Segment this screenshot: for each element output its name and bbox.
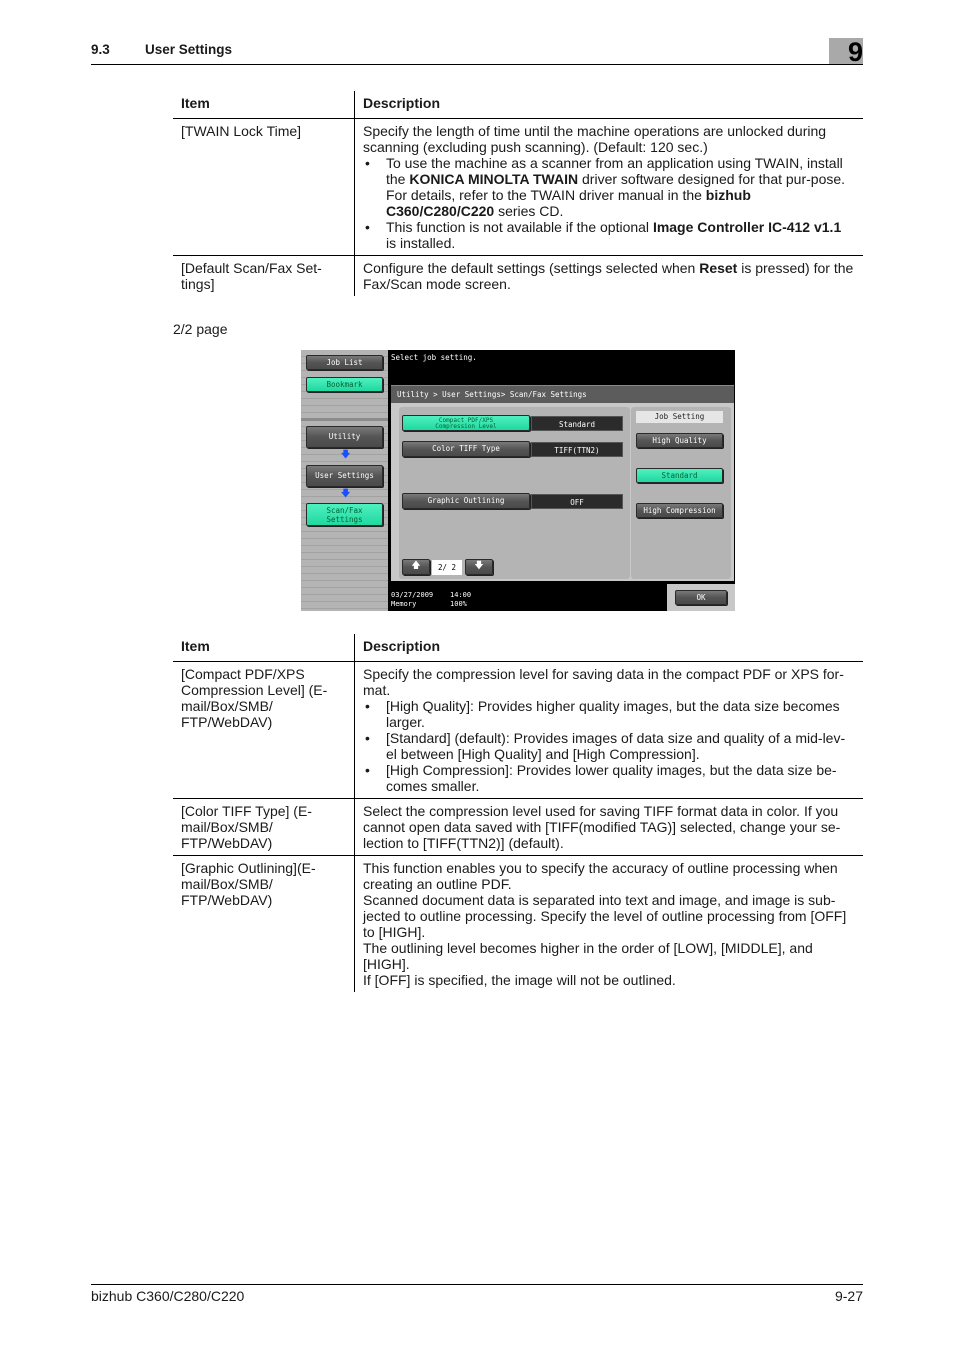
- text-segment: This function is not available if the op…: [386, 219, 653, 235]
- status-time: 14:00: [450, 591, 472, 599]
- utility-button[interactable]: Utility: [306, 426, 383, 448]
- page-down-button[interactable]: 🡇: [465, 559, 493, 575]
- rich-text: This function is not available if the op…: [386, 219, 841, 251]
- item-cell: [Graphic Outlining](E-mail/Box/SMB/ FTP/…: [173, 855, 355, 992]
- page-indicator: 2/ 2: [432, 560, 462, 575]
- table-row: [Compact PDF/XPS Compression Level] (E-m…: [173, 661, 863, 799]
- description-text: Scanned document data is separated into …: [363, 892, 847, 940]
- column-header-item: Item: [173, 91, 355, 119]
- rich-text: Configure the default settings (settings…: [363, 260, 853, 292]
- description-cell: This function enables you to specify the…: [355, 856, 864, 993]
- job-list-button[interactable]: Job List: [306, 355, 383, 370]
- arrow-up-icon: 🡅: [411, 561, 421, 571]
- table-row: [Default Scan/Fax Set-tings] Configure t…: [173, 255, 864, 297]
- settings-table-2: Item Description [Compact PDF/XPS Compre…: [173, 634, 863, 992]
- description-cell: Specify the length of time until the mac…: [354, 118, 863, 256]
- item-cell: [Default Scan/Fax Set-tings]: [173, 255, 355, 296]
- arrow-down-icon: 🡇: [474, 561, 484, 571]
- control-panel-screenshot: Job List Bookmark Utility 🡇 User Setting…: [301, 350, 735, 611]
- page-up-button[interactable]: 🡅: [402, 559, 430, 575]
- item-cell: [Color TIFF Type] (E-mail/Box/SMB/ FTP/W…: [173, 798, 355, 856]
- description-text: This function enables you to specify the…: [363, 860, 838, 892]
- graphic-outlining-value: OFF: [531, 494, 623, 509]
- description-text: The outlining level becomes higher in th…: [363, 940, 813, 972]
- bullet-item: To use the machine as a scanner from an …: [363, 155, 855, 219]
- rich-text: To use the machine as a scanner from an …: [386, 155, 845, 219]
- text-segment: series CD.: [494, 203, 564, 219]
- bullet-item: [Standard] (default): Provides images of…: [363, 730, 855, 762]
- ok-button[interactable]: OK: [675, 590, 727, 605]
- arrow-down-icon: 🡇: [341, 450, 351, 460]
- footer-product: bizhub C360/C280/C220: [91, 1288, 245, 1304]
- text-segment: Configure the default settings (settings…: [363, 260, 700, 276]
- description-text: Specify the length of time until the mac…: [363, 123, 827, 155]
- arrow-down-icon: 🡇: [341, 489, 351, 499]
- bold-text: Reset: [699, 260, 738, 276]
- item-cell: [TWAIN Lock Time]: [173, 118, 355, 256]
- footer-page-number: 9-27: [834, 1288, 863, 1304]
- panel-breadcrumb: Utility > User Settings> Scan/Fax Settin…: [391, 385, 734, 403]
- header-rule: [91, 64, 863, 65]
- description-cell: Select the compression level used for sa…: [354, 798, 863, 856]
- compact-pdf-xps-value: Standard: [531, 416, 623, 431]
- high-compression-button[interactable]: High Compression: [636, 503, 723, 518]
- user-settings-button[interactable]: User Settings: [306, 465, 383, 487]
- scan-fax-settings-button[interactable]: Scan/Fax Settings: [306, 503, 383, 526]
- table-row: [Color TIFF Type] (E-mail/Box/SMB/ FTP/W…: [173, 798, 863, 856]
- page-caption: 2/2 page: [173, 321, 228, 337]
- color-tiff-type-setting-button[interactable]: Color TIFF Type: [402, 441, 530, 457]
- bullet-list: To use the machine as a scanner from an …: [363, 155, 855, 251]
- bold-text: KONICA MINOLTA TWAIN: [409, 171, 579, 187]
- item-cell: [Compact PDF/XPS Compression Level] (E-m…: [173, 661, 355, 799]
- footer-rule: [91, 1284, 863, 1285]
- status-bar: 03/27/2009 14:00 Memory 100%: [391, 591, 471, 609]
- description-cell: Configure the default settings (settings…: [355, 256, 864, 297]
- text-segment: is installed.: [386, 235, 456, 251]
- table-header-row: Item Description: [173, 634, 863, 662]
- status-date: 03/27/2009: [391, 591, 434, 599]
- side-separator: [301, 418, 388, 421]
- memory-label: Memory: [391, 600, 417, 608]
- ok-area: OK: [667, 584, 735, 611]
- job-setting-label: Job Setting: [636, 411, 723, 423]
- table-header-row: Item Description: [173, 91, 863, 119]
- bold-text: Image Controller IC-412 v1.1: [652, 219, 842, 235]
- bullet-item: [High Compression]: Provides lower quali…: [363, 762, 855, 794]
- description-text: If [OFF] is specified, the image will no…: [363, 972, 676, 988]
- panel-message: Select job setting.: [391, 353, 477, 362]
- description-text: Specify the compression level for saving…: [363, 666, 844, 698]
- table-row: [Graphic Outlining](E-mail/Box/SMB/ FTP/…: [173, 855, 864, 993]
- table-row: [TWAIN Lock Time] Specify the length of …: [173, 118, 863, 256]
- bullet-item: [High Quality]: Provides higher quality …: [363, 698, 855, 730]
- side-panel: Job List Bookmark Utility 🡇 User Setting…: [301, 350, 388, 611]
- section-number: 9.3: [91, 42, 110, 57]
- column-header-description: Description: [354, 634, 863, 662]
- job-setting-panel: Job Setting High Quality Standard High C…: [631, 407, 731, 579]
- color-tiff-type-value: TIFF(TTN2): [531, 442, 623, 457]
- settings-table-1: Item Description [TWAIN Lock Time] Speci…: [173, 91, 863, 296]
- bullet-item: This function is not available if the op…: [363, 219, 855, 251]
- column-header-description: Description: [354, 91, 863, 119]
- settings-list: Compact PDF/XPS Compression Level Standar…: [399, 407, 630, 579]
- high-quality-button[interactable]: High Quality: [636, 433, 723, 448]
- column-header-item: Item: [173, 634, 355, 662]
- description-cell: Specify the compression level for saving…: [354, 661, 863, 799]
- compact-pdf-xps-setting-button[interactable]: Compact PDF/XPS Compression Level: [402, 415, 530, 431]
- settings-area: Compact PDF/XPS Compression Level Standar…: [391, 403, 734, 581]
- bullet-list: [High Quality]: Provides higher quality …: [363, 698, 855, 794]
- bookmark-button[interactable]: Bookmark: [306, 377, 383, 392]
- standard-button[interactable]: Standard: [636, 468, 723, 483]
- graphic-outlining-setting-button[interactable]: Graphic Outlining: [402, 493, 530, 509]
- memory-value: 100%: [450, 600, 467, 608]
- section-title: User Settings: [145, 42, 233, 57]
